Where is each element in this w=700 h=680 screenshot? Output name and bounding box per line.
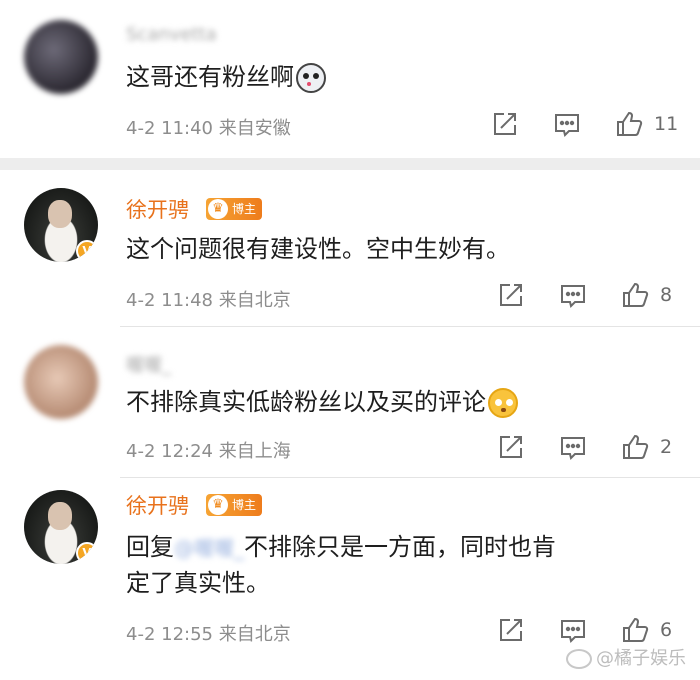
- author-badge-label: 博主: [232, 498, 257, 512]
- comment-text: 不排除真实低龄粉丝以及买的评论: [126, 383, 518, 421]
- face: [48, 200, 72, 228]
- crown-icon: ♛: [208, 495, 228, 515]
- reply-prefix: 回复: [126, 533, 174, 561]
- like-count: 8: [660, 284, 673, 306]
- comment-username[interactable]: Scanvetta: [126, 24, 217, 45]
- face: [48, 502, 72, 530]
- comment-username[interactable]: 喔喔_: [126, 351, 171, 377]
- thumbs-up-icon: [617, 111, 643, 136]
- comment-text-line-2: 定了真实性。: [126, 569, 270, 597]
- thumbs-up-icon: [623, 617, 649, 642]
- share-icon: [494, 113, 516, 135]
- comment-1: Scanvetta 这哥还有粉丝啊 4-2 11:40 来自安徽 11: [0, 0, 700, 158]
- author-badge: ♛ 博主: [206, 494, 263, 516]
- comment-actions: 11: [0, 109, 700, 143]
- author-badge: ♛ 博主: [206, 198, 263, 220]
- like-count: 2: [660, 436, 673, 458]
- comment-text: 这哥还有粉丝啊: [126, 58, 326, 96]
- author-badge-label: 博主: [232, 202, 257, 216]
- share-icon: [500, 284, 522, 306]
- avatar[interactable]: V: [24, 490, 98, 564]
- eye-roll-emoji-icon: [488, 388, 518, 418]
- thumbs-up-icon: [623, 282, 649, 307]
- comment-button[interactable]: [558, 432, 588, 466]
- comment-text-content: 这哥还有粉丝啊: [126, 63, 294, 91]
- share-button[interactable]: [490, 109, 520, 143]
- watermark-text: @橘子娱乐: [596, 648, 686, 669]
- comment-text-line-1: 回复@喔喔_不排除只是一方面，同时也肯: [126, 528, 556, 567]
- watermark: @橘子娱乐: [566, 644, 686, 670]
- comment-2: V 徐开骋 ♛ 博主 这个问题很有建设性。空中生妙有。 4-2 11:48 来自北…: [0, 170, 700, 326]
- comment-button[interactable]: [552, 109, 582, 143]
- crown-icon: ♛: [208, 199, 228, 219]
- like-count: 6: [660, 619, 673, 641]
- doge-emoji-icon: [296, 63, 326, 93]
- reply-target-link[interactable]: @喔喔_: [174, 529, 244, 567]
- section-divider: [0, 158, 700, 170]
- comment-button[interactable]: [558, 280, 588, 314]
- thumbs-up-icon: [623, 434, 649, 459]
- comment-3: 喔喔_ 不排除真实低龄粉丝以及买的评论 4-2 12:24 来自上海 2: [0, 327, 700, 477]
- share-button[interactable]: [496, 280, 526, 314]
- comment-text-content: 不排除真实低龄粉丝以及买的评论: [126, 388, 486, 416]
- avatar[interactable]: [24, 345, 98, 419]
- like-count: 11: [654, 113, 679, 135]
- comment-text: 这个问题很有建设性。空中生妙有。: [126, 235, 510, 263]
- share-icon: [500, 436, 522, 458]
- avatar[interactable]: V: [24, 188, 98, 262]
- like-button[interactable]: [620, 432, 650, 466]
- verified-v-icon: V: [76, 240, 98, 262]
- like-button[interactable]: [614, 109, 644, 143]
- share-button[interactable]: [496, 615, 526, 649]
- comment-icon: [561, 437, 585, 460]
- comment-username[interactable]: 徐开骋: [126, 490, 189, 520]
- comment-icon: [561, 620, 585, 643]
- comment-actions: 2: [0, 432, 700, 466]
- comment-icon: [561, 285, 585, 308]
- comment-icon: [555, 114, 579, 137]
- comment-actions: 8: [0, 280, 700, 314]
- share-icon: [500, 619, 522, 641]
- comment-text-content: 不排除只是一方面，同时也肯: [244, 533, 556, 561]
- weibo-logo-icon: [566, 649, 592, 669]
- verified-v-icon: V: [76, 542, 98, 564]
- avatar[interactable]: [24, 20, 98, 94]
- like-button[interactable]: [620, 280, 650, 314]
- share-button[interactable]: [496, 432, 526, 466]
- comment-username[interactable]: 徐开骋: [126, 194, 189, 224]
